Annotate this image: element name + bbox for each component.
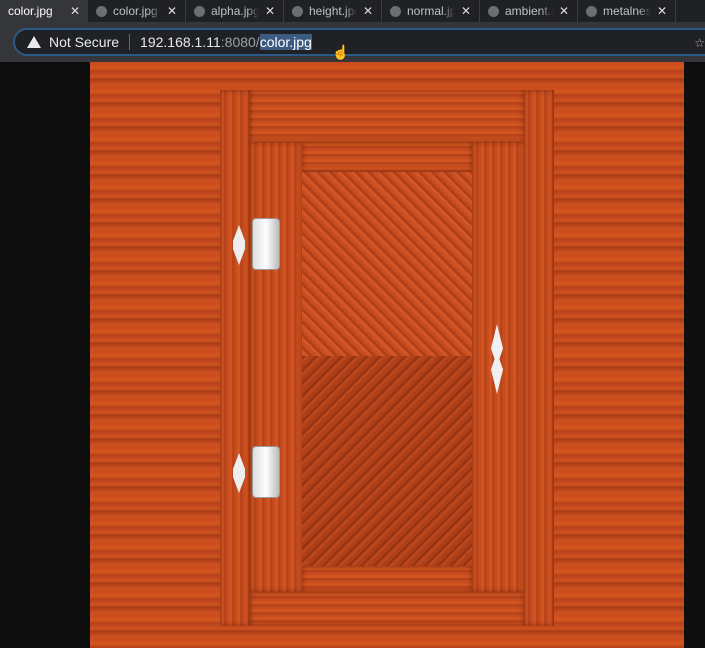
hinge-bottom-icon [252, 446, 280, 498]
tab-label: color.jpg [113, 4, 158, 18]
door-top-rail [250, 90, 524, 142]
divider [129, 34, 131, 50]
browser-toolbar: Not Secure 192.168.1.11:8080/color.jpg ☆ [0, 22, 705, 62]
door-inner-top-frame [302, 142, 472, 172]
close-tab-icon[interactable]: ✕ [363, 4, 373, 18]
door-inner-left-frame [250, 142, 302, 592]
tab-label: height.jpg [309, 4, 357, 18]
tab-label: normal.jpg [407, 4, 455, 18]
security-label[interactable]: Not Secure [49, 34, 119, 50]
close-tab-icon[interactable]: ✕ [657, 4, 667, 18]
door-right-stile [524, 90, 554, 626]
close-tab-icon[interactable]: ✕ [461, 4, 471, 18]
tab-height[interactable]: height.jpg ✕ [284, 0, 382, 22]
globe-icon [390, 5, 401, 17]
door-upper-panel [302, 172, 472, 356]
url-path-selected: color.jpg [259, 34, 312, 50]
door-inner-bottom-frame [302, 566, 472, 592]
globe-icon [292, 5, 303, 17]
globe-icon [96, 5, 107, 17]
tab-metalness[interactable]: metalness.jpg ✕ [578, 0, 676, 22]
globe-icon [488, 5, 499, 17]
tab-label: color.jpg [8, 4, 53, 18]
door-bottom-rail [250, 592, 524, 626]
close-tab-icon[interactable]: ✕ [70, 4, 80, 18]
tab-color-active[interactable]: color.jpg ✕ [0, 0, 88, 22]
globe-icon [194, 5, 205, 17]
tab-alpha[interactable]: alpha.jpg ✕ [186, 0, 284, 22]
url-host: 192.168.1.11 [140, 34, 221, 50]
close-tab-icon[interactable]: ✕ [167, 4, 177, 18]
globe-icon [586, 5, 597, 17]
hinge-top-icon [252, 218, 280, 270]
door-left-stile [220, 90, 250, 626]
close-tab-icon[interactable]: ✕ [559, 4, 569, 18]
door-texture-image [90, 62, 684, 648]
hand-cursor-icon: ☝ [332, 44, 350, 60]
bookmark-star-icon[interactable]: ☆ [694, 36, 705, 50]
tab-strip: color.jpg ✕ color.jpg ✕ alpha.jpg ✕ height.… [0, 0, 705, 22]
door-lower-panel [302, 356, 472, 566]
tab-label: alpha.jpg [211, 4, 259, 18]
tab-color[interactable]: color.jpg ✕ [88, 0, 186, 22]
warning-icon [27, 36, 41, 48]
tab-normal[interactable]: normal.jpg ✕ [382, 0, 480, 22]
tab-label: ambient.jpg [505, 4, 553, 18]
url-port: :8080/ [220, 34, 260, 50]
address-bar[interactable]: Not Secure 192.168.1.11:8080/color.jpg [13, 28, 705, 56]
tab-ambient[interactable]: ambient.jpg ✕ [480, 0, 578, 22]
tab-label: metalness.jpg [603, 4, 651, 18]
close-tab-icon[interactable]: ✕ [265, 4, 275, 18]
